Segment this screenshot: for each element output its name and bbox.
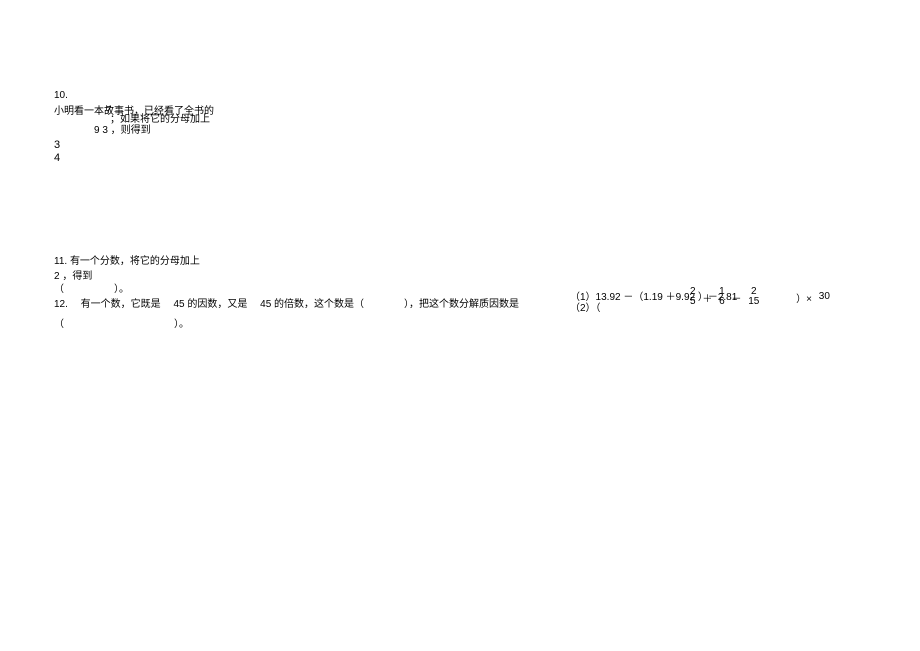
q12-blank: （ ）。 xyxy=(54,315,189,330)
fraction-denominator: 5 xyxy=(690,297,696,307)
fraction-blank-30: 30 xyxy=(819,292,830,302)
question-10: 10. 小明看一本故事书，已经看了全书的 7 ；如果将它的分母加上 9 3 ，则… xyxy=(54,90,214,117)
close-paren-times: ）× xyxy=(766,290,812,305)
q10-number: 10. xyxy=(54,90,214,101)
fraction-denominator: 30 xyxy=(819,292,830,302)
q12-text-line1: 12. 有一个数，它既是 45 的因数，又是 45 的倍数，这个数是（ ），把这… xyxy=(54,295,654,310)
fraction-denominator: 4 xyxy=(54,152,60,165)
q10-fraction-3-4: 3 4 xyxy=(54,139,60,165)
fraction-2-5: 2 5 xyxy=(690,287,696,307)
question-11: 11. 有一个分数，将它的分母加上 2 ，得到 xyxy=(54,252,200,282)
q11-blank: （ ）。 xyxy=(54,280,129,295)
fraction-denominator: 6 xyxy=(719,297,725,307)
fraction-1-6: 1 6 xyxy=(719,287,725,307)
fraction-2-15: 2 15 xyxy=(748,287,759,307)
fraction-numerator: 3 xyxy=(54,139,60,152)
fraction-denominator: 15 xyxy=(748,297,759,307)
q10-text-line3: 9 3 ，则得到 xyxy=(94,121,151,136)
minus-operator: － xyxy=(731,290,741,305)
question-12: 12. 有一个数，它既是 45 的因数，又是 45 的倍数，这个数是（ ），把这… xyxy=(54,295,654,310)
plus-operator: ＋ xyxy=(702,290,712,305)
q11-text-line1: 11. 有一个分数，将它的分母加上 xyxy=(54,252,200,267)
fraction-expression: 2 5 ＋ 1 6 － 2 15 ）× 30 xyxy=(688,287,832,307)
